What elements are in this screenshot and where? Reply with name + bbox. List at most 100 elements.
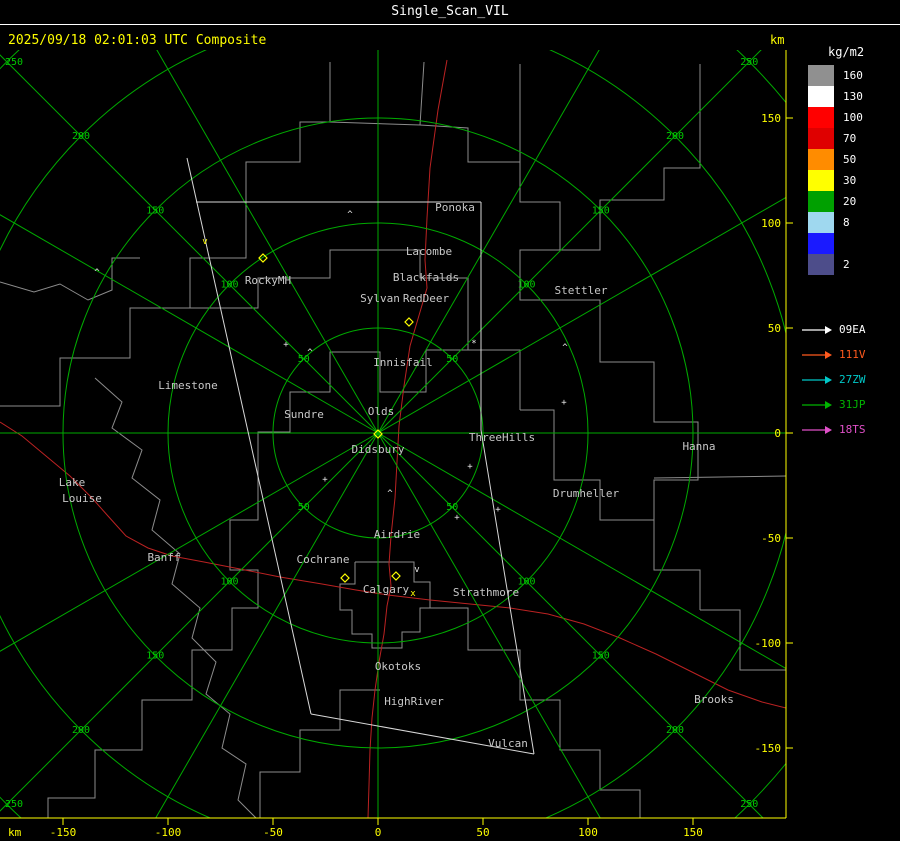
boundary-line bbox=[0, 257, 140, 301]
legend-panel: kg/m2 160 130 100 70 50 30 20 8 2 09EA 111V 27ZW 31… bbox=[795, 25, 900, 841]
axis-right: 150 100 50 0 -50 -100 -150 bbox=[755, 50, 793, 818]
axis-bottom: -150 -100 -50 0 50 100 150 km bbox=[0, 817, 786, 839]
ring-distance-label: 50 bbox=[446, 354, 458, 365]
boundary-line bbox=[419, 64, 521, 163]
radar-id: 27ZW bbox=[839, 373, 866, 386]
town-marker: ^ bbox=[347, 210, 353, 220]
city-label: Sylvan bbox=[360, 292, 400, 305]
boundary-line bbox=[94, 377, 257, 818]
radar-arrow-icon bbox=[802, 425, 832, 434]
scale-value: 160 bbox=[843, 69, 863, 82]
radar-arrow-icon bbox=[802, 325, 832, 334]
town-marker: v bbox=[202, 237, 207, 247]
ring-distance-label: 150 bbox=[592, 651, 610, 662]
scale-row: 70 bbox=[808, 128, 900, 149]
city-label: Louise bbox=[62, 492, 102, 505]
azimuth-spoke bbox=[377, 196, 786, 434]
city-label: HighRiver bbox=[384, 695, 444, 708]
town-marker: * bbox=[471, 339, 476, 349]
scale-row: 2 bbox=[808, 254, 900, 275]
radar-id: 09EA bbox=[839, 323, 866, 336]
radar-site-list: 09EA 111V 27ZW 31JP 18TS bbox=[801, 317, 900, 442]
scale-row: 100 bbox=[808, 107, 900, 128]
town-marker: + bbox=[454, 513, 460, 523]
radar-arrow-icon bbox=[802, 350, 832, 359]
window-title: Single_Scan_VIL bbox=[391, 4, 509, 19]
city-label: Lacombe bbox=[406, 245, 452, 258]
small-markers: ^ ^ + ^ * + ^ + + + + ^ v x v bbox=[94, 210, 568, 599]
town-marker: ^ bbox=[562, 343, 568, 353]
title-bar: Single_Scan_VIL bbox=[0, 0, 900, 25]
city-label: Brooks bbox=[694, 693, 734, 706]
y-axis-tick-label: -100 bbox=[755, 637, 782, 650]
y-axis-unit-label: km bbox=[770, 33, 785, 47]
ring-distance-label: 50 bbox=[298, 502, 310, 513]
radar-row: 27ZW bbox=[801, 367, 900, 392]
city-label: RockyMH bbox=[245, 274, 291, 287]
radar-app-window: { "window": { "title": "Single_Scan_VIL"… bbox=[0, 0, 900, 841]
ring-distance-label: 200 bbox=[72, 725, 90, 736]
boundary-line bbox=[519, 249, 699, 520]
y-axis-tick-label: -50 bbox=[761, 532, 781, 545]
boundary-line bbox=[520, 409, 701, 610]
radar-arrow-icon bbox=[802, 375, 832, 384]
x-axis-tick-label: -150 bbox=[50, 826, 77, 839]
azimuth-spoke bbox=[156, 50, 379, 434]
ring-distance-label: 150 bbox=[146, 651, 164, 662]
y-axis-tick-label: 50 bbox=[768, 322, 781, 335]
radar-row: 111V bbox=[801, 342, 900, 367]
radar-row: 31JP bbox=[801, 392, 900, 417]
ring-distance-label: 150 bbox=[592, 205, 610, 216]
city-label: Ponoka bbox=[435, 201, 475, 214]
scale-value: 130 bbox=[843, 90, 863, 103]
azimuth-spoke bbox=[155, 432, 379, 818]
city-label: Sundre bbox=[284, 408, 324, 421]
boundary-line bbox=[430, 607, 641, 818]
azimuth-spoke bbox=[377, 50, 762, 434]
scale-swatch bbox=[808, 149, 834, 170]
city-label: Innisfail bbox=[373, 356, 433, 369]
y-axis-tick-label: 100 bbox=[761, 217, 781, 230]
radar-id: 18TS bbox=[839, 423, 866, 436]
town-marker: ^ bbox=[307, 348, 313, 358]
x-axis-tick-label: 0 bbox=[375, 826, 382, 839]
radar-row: 18TS bbox=[801, 417, 900, 442]
x-axis-tick-label: -50 bbox=[263, 826, 283, 839]
x-axis-unit-label: km bbox=[8, 826, 22, 839]
city-label: Okotoks bbox=[375, 660, 421, 673]
boundary-line bbox=[329, 61, 425, 126]
town-marker: + bbox=[283, 340, 289, 350]
town-marker: x bbox=[410, 589, 416, 599]
scale-value: 2 bbox=[843, 258, 850, 271]
scale-value: 70 bbox=[843, 132, 857, 145]
ring-distance-label: 250 bbox=[5, 57, 23, 68]
scale-value: 100 bbox=[843, 111, 863, 124]
ring-distance-label: 150 bbox=[146, 205, 164, 216]
color-scale: 160 130 100 70 50 30 20 8 2 bbox=[795, 65, 900, 275]
scale-value: 20 bbox=[843, 195, 857, 208]
ring-distance-label: 250 bbox=[740, 57, 758, 68]
city-label: ThreeHills bbox=[469, 431, 535, 444]
scale-value: 50 bbox=[843, 153, 857, 166]
city-diamond-marker bbox=[391, 571, 401, 581]
radar-map[interactable]: 50 50 50 50 100 100 100 100 150 150 150 150 200 200 20… bbox=[0, 50, 795, 841]
ring-distance-label: 250 bbox=[5, 799, 23, 810]
radar-id: 111V bbox=[839, 348, 866, 361]
city-label: Cochrane bbox=[297, 553, 350, 566]
ring-distance-label: 200 bbox=[666, 131, 684, 142]
y-axis-tick-label: -150 bbox=[755, 742, 782, 755]
x-axis-tick-label: 100 bbox=[578, 826, 598, 839]
city-label: Lake bbox=[59, 476, 86, 489]
x-axis-tick-label: 50 bbox=[476, 826, 489, 839]
scan-timestamp: 2025/09/18 02:01:03 UTC Composite bbox=[8, 33, 267, 48]
city-label: Drumheller bbox=[553, 487, 620, 500]
city-label: Olds bbox=[368, 405, 395, 418]
azimuth-spoke bbox=[0, 432, 379, 652]
scale-row: 160 bbox=[808, 65, 900, 86]
scale-swatch bbox=[808, 212, 834, 233]
scale-value: 8 bbox=[843, 216, 850, 229]
city-label: Limestone bbox=[158, 379, 218, 392]
ring-distance-label: 100 bbox=[517, 576, 535, 587]
azimuth-spoke bbox=[0, 214, 379, 434]
scale-swatch bbox=[808, 170, 834, 191]
